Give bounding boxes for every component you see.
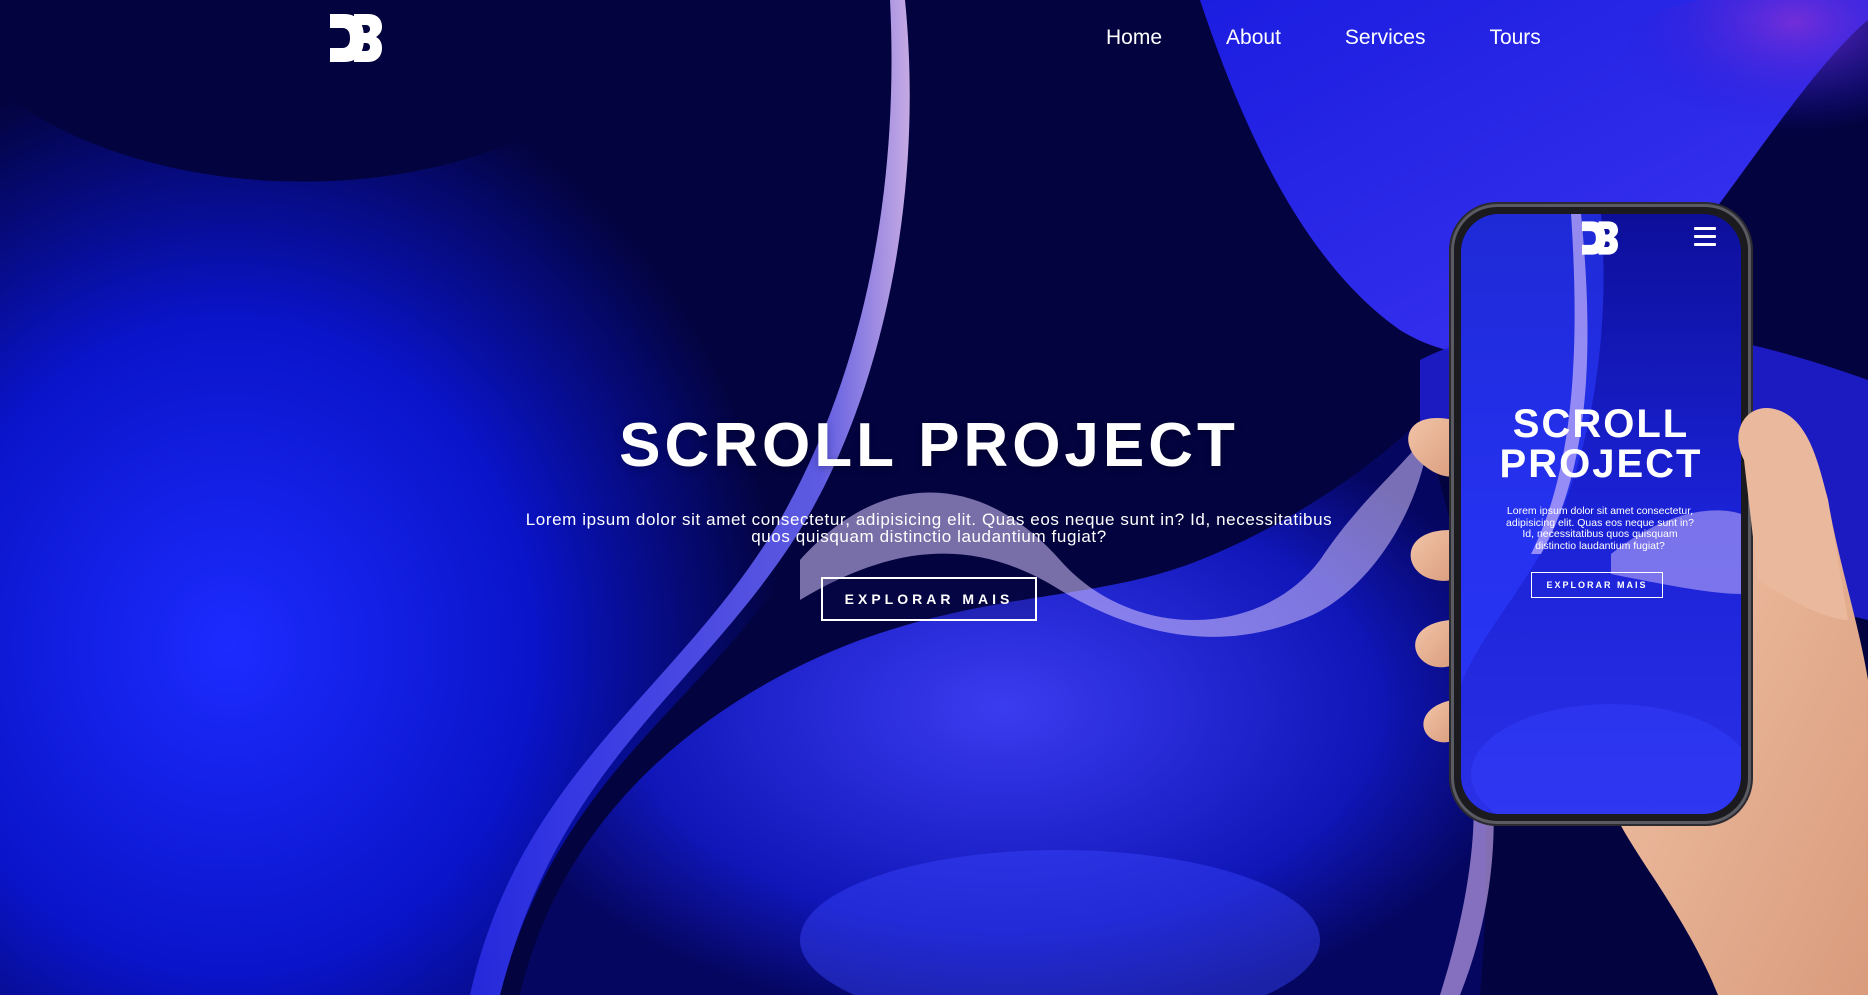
explore-more-button[interactable]: EXPLORAR MAIS — [820, 577, 1038, 621]
phone-mockup: SCROLL PROJECT Lorem ipsum dolor sit ame… — [1388, 200, 1868, 995]
mobile-hero-section: SCROLL PROJECT Lorem ipsum dolor sit ame… — [1461, 404, 1741, 598]
nav-item-tours[interactable]: Tours — [1489, 26, 1540, 50]
phone-screen: SCROLL PROJECT Lorem ipsum dolor sit ame… — [1461, 214, 1741, 814]
d3-logo-icon[interactable] — [1582, 221, 1618, 255]
hero-description: Lorem ipsum dolor sit amet consectetur, … — [525, 510, 1333, 546]
mobile-hero-description: Lorem ipsum dolor sit amet consectetur, … — [1506, 505, 1694, 552]
nav-item-services[interactable]: Services — [1345, 26, 1426, 50]
mobile-explore-more-button[interactable]: EXPLORAR MAIS — [1531, 572, 1663, 598]
main-nav: Home About Services Tours — [1106, 26, 1605, 50]
hero-section: SCROLL PROJECT Lorem ipsum dolor sit ame… — [470, 410, 1388, 621]
navbar: Home About Services Tours — [0, 0, 1868, 80]
phone-frame: SCROLL PROJECT Lorem ipsum dolor sit ame… — [1451, 204, 1751, 824]
hero-title: SCROLL PROJECT — [619, 411, 1239, 480]
mobile-hero-title: SCROLL PROJECT — [1499, 402, 1703, 486]
hamburger-menu-icon[interactable] — [1694, 227, 1716, 249]
nav-item-about[interactable]: About — [1226, 26, 1281, 50]
d3-logo-icon[interactable] — [330, 14, 382, 62]
nav-item-home[interactable]: Home — [1106, 26, 1162, 50]
